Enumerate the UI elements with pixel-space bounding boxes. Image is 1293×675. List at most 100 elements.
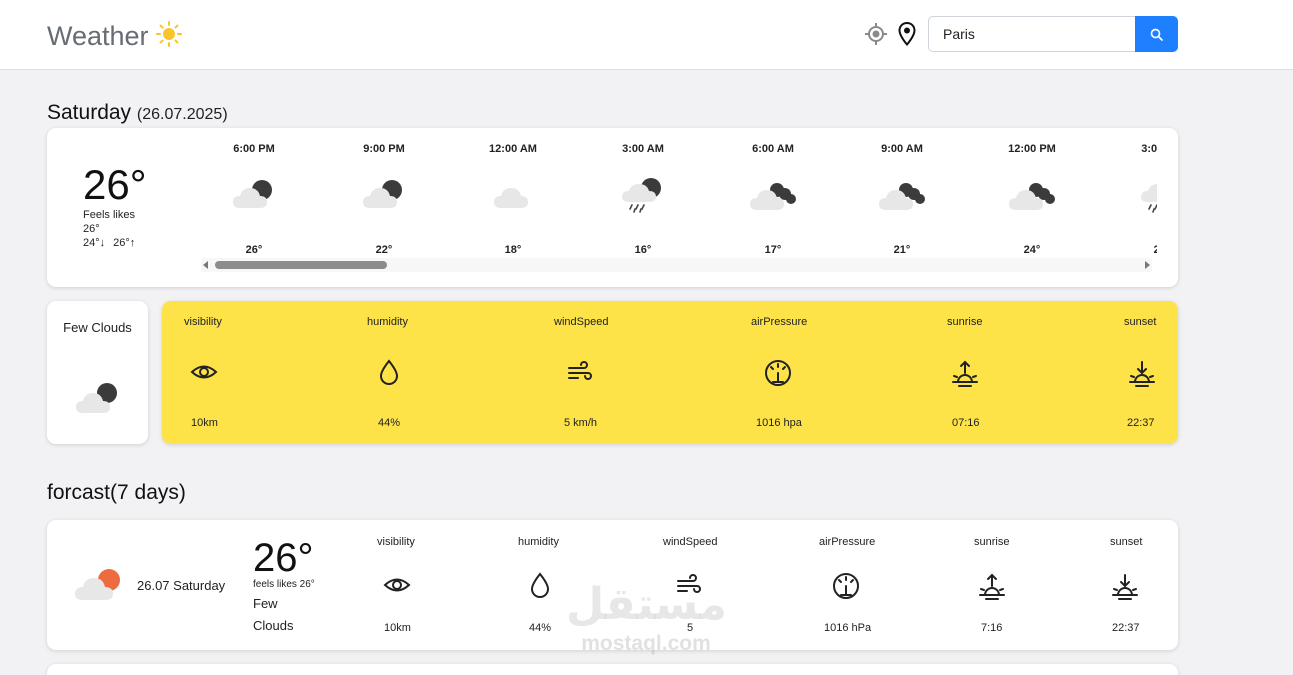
hourly-scrollbar[interactable] xyxy=(201,258,1152,272)
city-search-input[interactable] xyxy=(928,16,1136,52)
detail-label: sunset xyxy=(1124,316,1157,328)
detail-value: 10km xyxy=(191,417,218,429)
detail-value: 5 xyxy=(687,622,694,634)
forecast-title: forcast(7 days) xyxy=(47,481,186,504)
hour-time: 9:00 PM xyxy=(363,143,405,155)
broken-clouds-icon xyxy=(878,176,928,219)
detail-label: visibility xyxy=(377,536,415,548)
hour-temp: 16° xyxy=(634,244,652,256)
scroll-left-arrow-icon[interactable] xyxy=(203,261,208,269)
day-date: (26.07.2025) xyxy=(136,106,228,123)
hour-time: 3:00 AM xyxy=(622,143,664,155)
night-rain-icon xyxy=(619,176,669,219)
hour-time: 9:00 AM xyxy=(881,143,923,155)
min-max-temperature: 24°↓ 26°↑ xyxy=(83,237,135,249)
hour-item: 6:00 PM 26° xyxy=(199,128,309,260)
detail-label: windSpeed xyxy=(663,536,718,548)
scrollbar-thumb[interactable] xyxy=(215,261,387,269)
day-rain-icon xyxy=(1138,176,1157,219)
sunrise-icon xyxy=(950,358,980,393)
detail-value: 44% xyxy=(378,417,401,429)
hour-temp: 18° xyxy=(504,244,522,256)
droplet-icon xyxy=(375,358,403,391)
gauge-icon xyxy=(763,358,793,393)
detail-value: 1016 hPa xyxy=(824,622,872,634)
detail-label: humidity xyxy=(367,316,408,328)
detail-value: 22:37 xyxy=(1112,622,1140,634)
hour-temp: 24° xyxy=(1023,244,1041,256)
weather-details-card: visibility 10km humidity 44% windSpeed 5… xyxy=(162,301,1178,444)
scroll-right-arrow-icon[interactable] xyxy=(1145,261,1150,269)
detail-value: 07:16 xyxy=(952,417,980,429)
hour-item: 9:00 AM 21° xyxy=(847,128,957,260)
hour-time: 3:00 PM xyxy=(1141,143,1157,155)
current-temperature: 26° xyxy=(83,161,147,208)
detail-value: 44% xyxy=(529,622,552,634)
hour-temp: 21° xyxy=(893,244,911,256)
app-brand: Weather xyxy=(47,18,183,55)
droplet-icon xyxy=(526,571,554,604)
hour-temp: 17° xyxy=(764,244,782,256)
broken-clouds-icon xyxy=(1008,176,1058,219)
detail-visibility: visibility 10km xyxy=(184,301,304,444)
detail-humidity: humidity 44% xyxy=(367,301,487,444)
detail-label: windSpeed xyxy=(554,316,609,328)
condition-card: Few Clouds xyxy=(47,301,148,444)
search-button[interactable] xyxy=(1135,16,1178,52)
wind-icon xyxy=(566,358,594,391)
hour-item: 9:00 PM 22° xyxy=(329,128,439,260)
detail-value: 10km xyxy=(384,622,411,634)
broken-clouds-icon xyxy=(749,176,799,219)
detail-label: humidity xyxy=(518,536,559,548)
forecast-condition: Few Clouds xyxy=(253,596,294,633)
night-few-clouds-icon xyxy=(360,176,410,219)
map-pin-icon[interactable] xyxy=(895,21,919,47)
detail-sunrise: sunrise 07:16 xyxy=(947,301,1067,444)
hour-item: 12:00 AM 18° xyxy=(458,128,568,260)
hour-item: 6:00 AM 17° xyxy=(718,128,828,260)
sunset-icon xyxy=(1110,571,1140,606)
hour-item: 3:00 AM 16° xyxy=(588,128,698,260)
wind-icon xyxy=(675,571,703,604)
detail-value: 1016 hpa xyxy=(756,417,802,429)
detail-value: 7:16 xyxy=(981,622,1003,634)
condition-text: Few Clouds xyxy=(63,320,132,335)
hour-time: 12:00 PM xyxy=(1008,143,1056,155)
night-few-clouds-icon xyxy=(73,379,123,422)
current-day-title: Saturday (26.07.2025) xyxy=(47,101,228,125)
detail-label: airPressure xyxy=(751,316,808,328)
forecast-day-card-next[interactable] xyxy=(47,664,1178,675)
sun-icon xyxy=(155,18,183,55)
detail-sunset: sunset 22:37 xyxy=(1124,301,1244,444)
day-few-clouds-icon xyxy=(74,568,124,607)
hour-temp: 22° xyxy=(375,244,393,256)
detail-label: visibility xyxy=(184,316,222,328)
min-temperature: 24°↓ xyxy=(83,237,106,249)
app-title: Weather xyxy=(47,21,149,51)
hour-temp: 24° xyxy=(1153,244,1157,256)
hour-item: 3:00 PM 24° xyxy=(1107,128,1157,260)
detail-value: 5 km/h xyxy=(564,417,598,429)
current-location-icon[interactable] xyxy=(864,21,888,47)
hour-temp: 26° xyxy=(245,244,263,256)
eye-icon xyxy=(190,358,218,391)
feels-like-text: Feels likes 26° xyxy=(83,209,135,235)
hourly-list[interactable]: 6:00 PM 26° 9:00 PM 22° 12:00 AM 18° 3:0… xyxy=(199,128,1157,260)
detail-label: sunrise xyxy=(974,536,1010,548)
detail-label: sunset xyxy=(1110,536,1143,548)
max-temperature: 26°↑ xyxy=(113,237,136,249)
cloud-icon xyxy=(489,176,539,219)
hour-time: 6:00 AM xyxy=(752,143,794,155)
hourly-forecast-card: 26° Feels likes 26° 24°↓ 26°↑ 6:00 PM 26… xyxy=(47,128,1178,287)
gauge-icon xyxy=(831,571,861,606)
search-icon xyxy=(1150,28,1163,41)
app-header: Weather xyxy=(0,0,1293,70)
sunset-icon xyxy=(1127,358,1157,393)
detail-wind-speed: windSpeed 5 km/h xyxy=(554,301,674,444)
day-name: Saturday xyxy=(47,101,132,124)
forecast-day-card[interactable]: 26.07 Saturday 26° feels likes 26° Few C… xyxy=(47,520,1178,650)
hour-item: 12:00 PM 24° xyxy=(977,128,1087,260)
detail-value: 22:37 xyxy=(1127,417,1155,429)
hour-time: 12:00 AM xyxy=(489,143,537,155)
detail-label: airPressure xyxy=(819,536,876,548)
